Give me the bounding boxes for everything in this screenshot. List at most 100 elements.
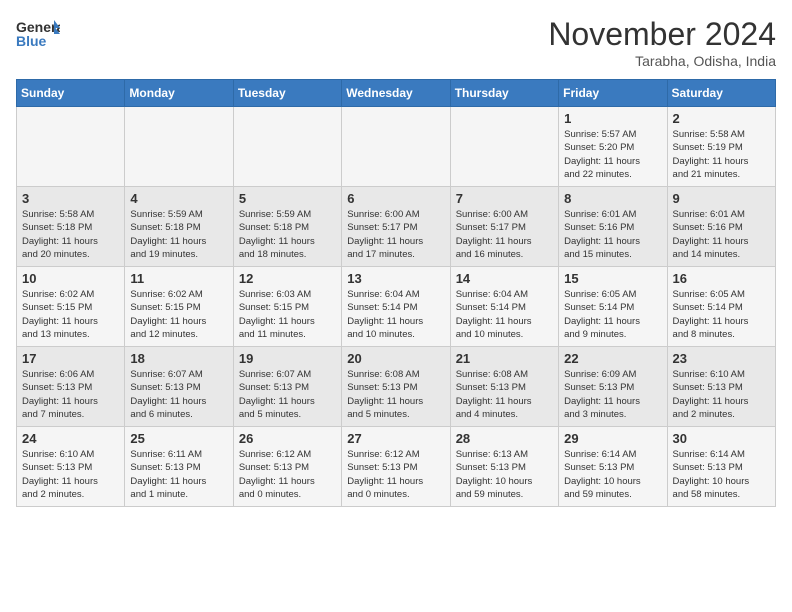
day-info: Sunrise: 6:06 AM Sunset: 5:13 PM Dayligh… bbox=[22, 368, 119, 421]
calendar-day-cell: 23Sunrise: 6:10 AM Sunset: 5:13 PM Dayli… bbox=[667, 347, 775, 427]
day-info: Sunrise: 6:04 AM Sunset: 5:14 PM Dayligh… bbox=[456, 288, 553, 341]
calendar-day-cell: 30 Sunrise: 6:14 AM Sunset: 5:13 PM Dayli… bbox=[667, 427, 775, 507]
month-title: November 2024 bbox=[548, 16, 776, 53]
calendar-day-cell: 15 Sunrise: 6:05 AM Sunset: 5:14 PM Dayli… bbox=[559, 267, 667, 347]
day-info: Sunrise: 5:58 AM Sunset: 5:19 PM Dayligh… bbox=[673, 128, 770, 181]
day-number: 6 bbox=[347, 191, 444, 206]
calendar-day-cell: 12 Sunrise: 6:03 AM Sunset: 5:15 PM Dayli… bbox=[233, 267, 341, 347]
calendar-day-cell: 24 Sunrise: 6:10 AM Sunset: 5:13 PM Dayli… bbox=[17, 427, 125, 507]
calendar-day-cell: 27 Sunrise: 6:12 AM Sunset: 5:13 PM Dayli… bbox=[342, 427, 450, 507]
calendar-day-cell: 13 Sunrise: 6:04 AM Sunset: 5:14 PM Dayli… bbox=[342, 267, 450, 347]
day-number: 17 bbox=[22, 351, 119, 366]
day-info: Sunrise: 5:59 AM Sunset: 5:18 PM Dayligh… bbox=[130, 208, 227, 261]
weekday-header-cell: Tuesday bbox=[233, 80, 341, 107]
calendar-day-cell: 28 Sunrise: 6:13 AM Sunset: 5:13 PM Dayli… bbox=[450, 427, 558, 507]
calendar-day-cell: 17 Sunrise: 6:06 AM Sunset: 5:13 PM Dayli… bbox=[17, 347, 125, 427]
day-number: 4 bbox=[130, 191, 227, 206]
calendar-week-row: 24 Sunrise: 6:10 AM Sunset: 5:13 PM Dayli… bbox=[17, 427, 776, 507]
calendar-day-cell: 7Sunrise: 6:00 AM Sunset: 5:17 PM Daylig… bbox=[450, 187, 558, 267]
day-number: 21 bbox=[456, 351, 553, 366]
calendar-day-cell: 16Sunrise: 6:05 AM Sunset: 5:14 PM Dayli… bbox=[667, 267, 775, 347]
day-info: Sunrise: 6:05 AM Sunset: 5:14 PM Dayligh… bbox=[564, 288, 661, 341]
day-number: 14 bbox=[456, 271, 553, 286]
calendar-day-cell: 8Sunrise: 6:01 AM Sunset: 5:16 PM Daylig… bbox=[559, 187, 667, 267]
day-info: Sunrise: 6:02 AM Sunset: 5:15 PM Dayligh… bbox=[130, 288, 227, 341]
day-info: Sunrise: 6:10 AM Sunset: 5:13 PM Dayligh… bbox=[22, 448, 119, 501]
weekday-header-cell: Wednesday bbox=[342, 80, 450, 107]
day-number: 12 bbox=[239, 271, 336, 286]
calendar-day-cell bbox=[233, 107, 341, 187]
day-info: Sunrise: 6:01 AM Sunset: 5:16 PM Dayligh… bbox=[673, 208, 770, 261]
weekday-header-cell: Friday bbox=[559, 80, 667, 107]
weekday-header-cell: Saturday bbox=[667, 80, 775, 107]
weekday-header-row: SundayMondayTuesdayWednesdayThursdayFrid… bbox=[17, 80, 776, 107]
day-info: Sunrise: 6:14 AM Sunset: 5:13 PM Dayligh… bbox=[564, 448, 661, 501]
day-info: Sunrise: 5:57 AM Sunset: 5:20 PM Dayligh… bbox=[564, 128, 661, 181]
calendar-week-row: 3 Sunrise: 5:58 AM Sunset: 5:18 PM Daylig… bbox=[17, 187, 776, 267]
calendar-day-cell: 9 Sunrise: 6:01 AM Sunset: 5:16 PM Daylig… bbox=[667, 187, 775, 267]
calendar-day-cell: 18 Sunrise: 6:07 AM Sunset: 5:13 PM Dayli… bbox=[125, 347, 233, 427]
day-number: 18 bbox=[130, 351, 227, 366]
logo-icon: General Blue bbox=[16, 16, 60, 52]
calendar-body: 1 Sunrise: 5:57 AM Sunset: 5:20 PM Daylig… bbox=[17, 107, 776, 507]
svg-text:Blue: Blue bbox=[16, 33, 47, 49]
calendar-table: SundayMondayTuesdayWednesdayThursdayFrid… bbox=[16, 79, 776, 507]
calendar-day-cell: 4 Sunrise: 5:59 AM Sunset: 5:18 PM Daylig… bbox=[125, 187, 233, 267]
calendar-day-cell: 5 Sunrise: 5:59 AM Sunset: 5:18 PM Daylig… bbox=[233, 187, 341, 267]
day-info: Sunrise: 6:00 AM Sunset: 5:17 PM Dayligh… bbox=[347, 208, 444, 261]
day-info: Sunrise: 6:07 AM Sunset: 5:13 PM Dayligh… bbox=[130, 368, 227, 421]
day-number: 16 bbox=[673, 271, 770, 286]
page-header: General Blue November 2024 Tarabha, Odis… bbox=[16, 16, 776, 69]
calendar-day-cell: 22 Sunrise: 6:09 AM Sunset: 5:13 PM Dayli… bbox=[559, 347, 667, 427]
day-info: Sunrise: 6:03 AM Sunset: 5:15 PM Dayligh… bbox=[239, 288, 336, 341]
day-info: Sunrise: 6:09 AM Sunset: 5:13 PM Dayligh… bbox=[564, 368, 661, 421]
day-number: 30 bbox=[673, 431, 770, 446]
day-number: 19 bbox=[239, 351, 336, 366]
day-info: Sunrise: 6:12 AM Sunset: 5:13 PM Dayligh… bbox=[347, 448, 444, 501]
day-number: 5 bbox=[239, 191, 336, 206]
day-number: 27 bbox=[347, 431, 444, 446]
day-number: 29 bbox=[564, 431, 661, 446]
day-info: Sunrise: 6:08 AM Sunset: 5:13 PM Dayligh… bbox=[456, 368, 553, 421]
day-number: 8 bbox=[564, 191, 661, 206]
logo: General Blue bbox=[16, 16, 64, 52]
day-number: 26 bbox=[239, 431, 336, 446]
calendar-day-cell: 29 Sunrise: 6:14 AM Sunset: 5:13 PM Dayli… bbox=[559, 427, 667, 507]
day-number: 24 bbox=[22, 431, 119, 446]
calendar-day-cell: 10Sunrise: 6:02 AM Sunset: 5:15 PM Dayli… bbox=[17, 267, 125, 347]
calendar-week-row: 10 Sunrise: 6:02 AM Sunset: 5:15 PM Dayli… bbox=[17, 267, 776, 347]
calendar-day-cell: 26 Sunrise: 6:12 AM Sunset: 5:13 PM Dayli… bbox=[233, 427, 341, 507]
calendar-day-cell: 1 Sunrise: 5:57 AM Sunset: 5:20 PM Daylig… bbox=[559, 107, 667, 187]
day-info: Sunrise: 6:14 AM Sunset: 5:13 PM Dayligh… bbox=[673, 448, 770, 501]
day-number: 25 bbox=[130, 431, 227, 446]
calendar-day-cell: 21 Sunrise: 6:08 AM Sunset: 5:13 PM Dayli… bbox=[450, 347, 558, 427]
day-number: 11 bbox=[130, 271, 227, 286]
weekday-header-cell: Sunday bbox=[17, 80, 125, 107]
calendar-day-cell bbox=[450, 107, 558, 187]
location-subtitle: Tarabha, Odisha, India bbox=[548, 53, 776, 69]
calendar-day-cell: 20Sunrise: 6:08 AM Sunset: 5:13 PM Dayli… bbox=[342, 347, 450, 427]
day-info: Sunrise: 6:07 AM Sunset: 5:13 PM Dayligh… bbox=[239, 368, 336, 421]
day-info: Sunrise: 6:08 AM Sunset: 5:13 PM Dayligh… bbox=[347, 368, 444, 421]
day-number: 22 bbox=[564, 351, 661, 366]
day-info: Sunrise: 5:59 AM Sunset: 5:18 PM Dayligh… bbox=[239, 208, 336, 261]
day-number: 1 bbox=[564, 111, 661, 126]
day-number: 9 bbox=[673, 191, 770, 206]
calendar-day-cell bbox=[342, 107, 450, 187]
day-number: 3 bbox=[22, 191, 119, 206]
day-info: Sunrise: 6:12 AM Sunset: 5:13 PM Dayligh… bbox=[239, 448, 336, 501]
day-number: 10 bbox=[22, 271, 119, 286]
day-number: 15 bbox=[564, 271, 661, 286]
calendar-week-row: 17 Sunrise: 6:06 AM Sunset: 5:13 PM Dayli… bbox=[17, 347, 776, 427]
day-number: 28 bbox=[456, 431, 553, 446]
day-info: Sunrise: 6:13 AM Sunset: 5:13 PM Dayligh… bbox=[456, 448, 553, 501]
title-section: November 2024 Tarabha, Odisha, India bbox=[548, 16, 776, 69]
day-info: Sunrise: 5:58 AM Sunset: 5:18 PM Dayligh… bbox=[22, 208, 119, 261]
calendar-day-cell: 11 Sunrise: 6:02 AM Sunset: 5:15 PM Dayli… bbox=[125, 267, 233, 347]
day-number: 23 bbox=[673, 351, 770, 366]
day-number: 13 bbox=[347, 271, 444, 286]
day-info: Sunrise: 6:00 AM Sunset: 5:17 PM Dayligh… bbox=[456, 208, 553, 261]
day-info: Sunrise: 6:04 AM Sunset: 5:14 PM Dayligh… bbox=[347, 288, 444, 341]
calendar-day-cell: 14 Sunrise: 6:04 AM Sunset: 5:14 PM Dayli… bbox=[450, 267, 558, 347]
day-info: Sunrise: 6:11 AM Sunset: 5:13 PM Dayligh… bbox=[130, 448, 227, 501]
